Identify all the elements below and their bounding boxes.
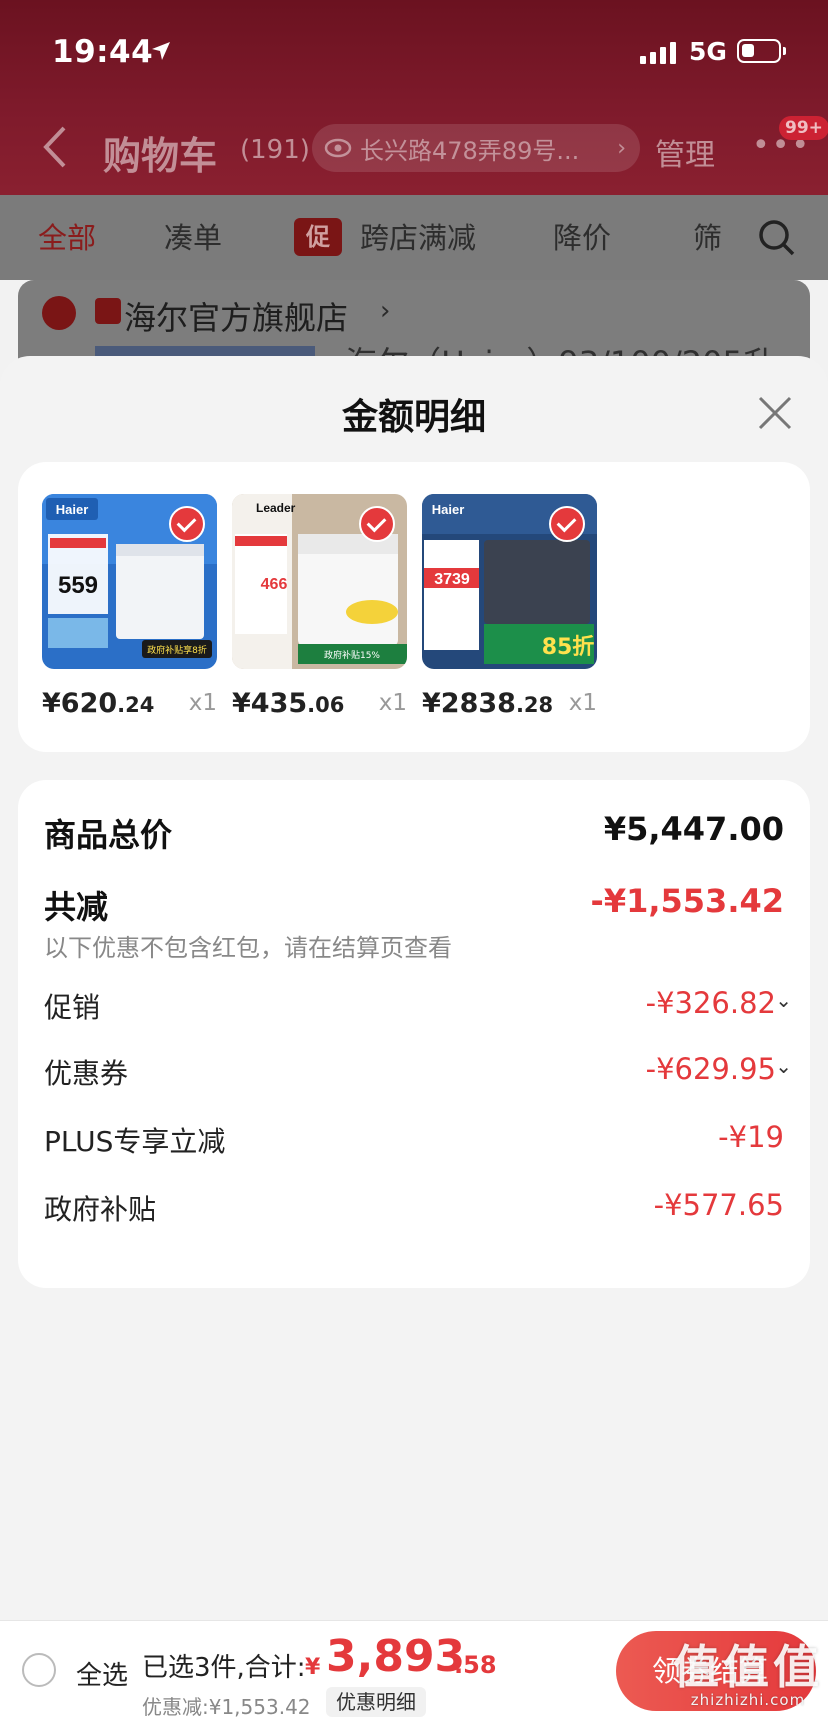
- store-checkbox[interactable]: [42, 296, 76, 330]
- manage-button[interactable]: 管理: [655, 130, 715, 174]
- cart-nav-bar: 购物车 (191) 长兴路478弄89号... › 管理 ••• 99+: [0, 110, 828, 190]
- subsidy-badge: 政府补贴15%: [324, 649, 380, 661]
- signal-icon: [640, 42, 676, 64]
- item-quantity: x1: [378, 690, 407, 716]
- cart-item[interactable]: Haier 559 政府补贴享8折 ¥620.24 x1: [42, 494, 217, 719]
- total-amount-decimal: .58: [454, 1651, 497, 1679]
- check-icon: [359, 506, 395, 542]
- plus-discount-label: PLUS专享立减: [44, 1125, 226, 1158]
- back-icon[interactable]: [40, 124, 70, 170]
- total-price-value: ¥5,447.00: [603, 810, 784, 848]
- discount-note: 以下优惠不包含红包，请在结算页查看: [44, 934, 452, 962]
- location-arrow-icon: [152, 42, 170, 60]
- discount-summary: 优惠减:¥1,553.42: [142, 1695, 311, 1719]
- promo-price: 3739: [434, 571, 470, 588]
- close-icon[interactable]: [752, 390, 798, 436]
- cart-item[interactable]: Haier 3739 85折 ¥2838.28 x1: [422, 494, 597, 719]
- total-reduce-label: 共减: [44, 888, 109, 926]
- cart-count: (191): [240, 135, 310, 165]
- promo-tag: 促: [294, 218, 342, 256]
- item-price: ¥435.06: [232, 688, 345, 719]
- cart-item[interactable]: Leader 466 政府补贴15% ¥435.06 x1: [232, 494, 407, 719]
- coupon-label: 优惠券: [44, 1057, 129, 1090]
- promo-price: 559: [58, 572, 98, 599]
- total-currency: ¥: [305, 1655, 321, 1680]
- sheet-title: 金额明细: [341, 397, 486, 438]
- chevron-down-icon[interactable]: ⌄: [775, 988, 792, 1012]
- battery-icon: [737, 39, 786, 63]
- select-all-label[interactable]: 全选: [76, 1655, 128, 1692]
- tab-combine[interactable]: 凑单: [164, 215, 222, 257]
- brand-label: Haier: [56, 502, 89, 517]
- coupon-value[interactable]: -¥629.95: [646, 1052, 776, 1086]
- select-all-checkbox[interactable]: [22, 1653, 56, 1687]
- promo-price: 466: [261, 576, 288, 593]
- subsidy-badge: 85折: [542, 635, 595, 660]
- brand-label: Leader: [256, 501, 296, 515]
- tab-filter[interactable]: 筛: [693, 215, 722, 257]
- selected-items-card: Haier 559 政府补贴享8折 ¥620.24 x1 Leader 466 …: [18, 462, 810, 752]
- price-detail-sheet: 金额明细 Haier 559 政府补贴享8折 ¥620.24 x1 Leader…: [0, 356, 828, 1620]
- status-time: 19:44: [52, 34, 154, 70]
- product-image: Haier 3739 85折: [422, 494, 597, 669]
- tab-cross-store[interactable]: 跨店满减: [360, 215, 476, 257]
- store-name[interactable]: 海尔官方旗舰店: [124, 293, 348, 339]
- product-image: Haier 559 政府补贴享8折: [42, 494, 217, 669]
- promotion-label: 促销: [44, 991, 101, 1024]
- search-icon[interactable]: [757, 218, 797, 258]
- watermark-text: 值值值: [673, 1640, 823, 1694]
- network-type: 5G: [689, 37, 727, 66]
- total-amount: 3,893: [326, 1631, 466, 1682]
- total-price-label: 商品总价: [44, 816, 173, 854]
- address-selector[interactable]: 长兴路478弄89号... ›: [312, 124, 640, 172]
- item-quantity: x1: [188, 690, 217, 716]
- promotion-value[interactable]: -¥326.82: [646, 986, 776, 1020]
- chevron-right-icon: ›: [617, 135, 626, 161]
- product-image: Leader 466 政府补贴15%: [232, 494, 407, 669]
- filter-tabs: 全部 凑单 跨店满减 降价 筛: [0, 195, 828, 280]
- tab-price-drop[interactable]: 降价: [553, 215, 611, 257]
- page-title: 购物车: [103, 134, 218, 178]
- subsidy-badge: 政府补贴享8折: [147, 644, 207, 656]
- selected-count-text: 已选3件,合计:: [142, 1653, 306, 1683]
- item-quantity: x1: [568, 690, 597, 716]
- check-icon: [549, 506, 585, 542]
- store-logo-icon: [95, 298, 121, 324]
- watermark-logo: 值值值 zhizhizhi.com: [672, 1631, 824, 1709]
- address-text: 长兴路478弄89号...: [360, 136, 580, 165]
- item-price: ¥620.24: [42, 688, 155, 719]
- plus-discount-value: -¥19: [718, 1120, 784, 1154]
- eye-icon: [324, 138, 352, 158]
- brand-label: Haier: [432, 502, 465, 517]
- watermark-url: zhizhizhi.com: [690, 1691, 806, 1709]
- chevron-right-icon[interactable]: ›: [380, 296, 390, 326]
- status-bar: 19:44 5G: [0, 0, 828, 105]
- check-icon: [169, 506, 205, 542]
- subsidy-label: 政府补贴: [44, 1193, 157, 1226]
- discount-detail-button[interactable]: 优惠明细: [326, 1687, 426, 1717]
- item-price: ¥2838.28: [422, 688, 554, 719]
- total-reduce-value: -¥1,553.42: [590, 882, 784, 920]
- subsidy-value: -¥577.65: [653, 1188, 784, 1222]
- price-summary-card: 商品总价 ¥5,447.00 共减 -¥1,553.42 以下优惠不包含红包，请…: [18, 780, 810, 1288]
- chevron-down-icon[interactable]: ⌄: [775, 1054, 792, 1078]
- tab-all[interactable]: 全部: [38, 215, 96, 257]
- message-badge: 99+: [779, 116, 828, 140]
